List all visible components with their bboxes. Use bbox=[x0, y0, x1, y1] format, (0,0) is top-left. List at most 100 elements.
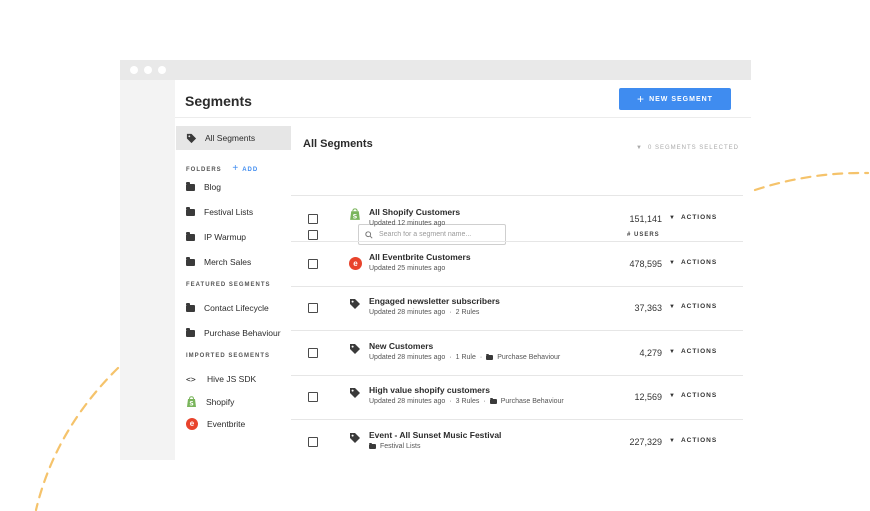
sidebar-item-purchase-behaviour[interactable]: Purchase Behaviour bbox=[186, 327, 281, 338]
left-rail bbox=[120, 80, 175, 460]
segment-row[interactable]: Event - All Sunset Music Festival Festiva… bbox=[291, 420, 743, 460]
sidebar-item-shopify[interactable]: S Shopify bbox=[186, 396, 234, 408]
row-checkbox[interactable] bbox=[308, 348, 318, 358]
sidebar-item-label: Blog bbox=[204, 182, 222, 192]
selected-count-dropdown[interactable]: ▼ 0 SEGMENTS SELECTED bbox=[636, 145, 739, 151]
segment-folder[interactable]: Purchase Behaviour bbox=[497, 354, 560, 361]
sidebar-item-label: Purchase Behaviour bbox=[204, 328, 281, 338]
sidebar-item-label: IP Warmup bbox=[204, 232, 247, 242]
sidebar-item-label: Eventbrite bbox=[207, 419, 246, 429]
sidebar-item-label: Festival Lists bbox=[204, 207, 254, 217]
tag-icon bbox=[349, 386, 361, 404]
imported-heading: IMPORTED SEGMENTS bbox=[186, 353, 271, 359]
caret-down-icon: ▼ bbox=[669, 214, 676, 221]
segment-meta: Updated 28 minutes ago · 2 Rules bbox=[369, 309, 479, 316]
segment-meta: Updated 25 minutes ago bbox=[369, 265, 445, 272]
sidebar-item-merch-sales[interactable]: Merch Sales bbox=[186, 256, 252, 267]
main-title: All Segments bbox=[303, 138, 373, 150]
actions-label: ACTIONS bbox=[680, 392, 718, 399]
segment-meta: Updated 28 minutes ago · 3 Rules · Purchase … bbox=[369, 397, 564, 405]
window-dot-minimize[interactable] bbox=[144, 66, 152, 74]
folder-icon bbox=[186, 181, 195, 191]
sidebar-item-blog[interactable]: Blog bbox=[186, 181, 222, 192]
folders-heading-text: FOLDERS bbox=[186, 167, 222, 173]
segment-name[interactable]: New Customers bbox=[369, 341, 433, 351]
caret-down-icon: ▼ bbox=[669, 259, 676, 266]
segment-updated: Updated 28 minutes ago bbox=[369, 354, 446, 361]
segment-user-count: 37,363 bbox=[634, 303, 662, 313]
meta-separator: · bbox=[449, 309, 452, 316]
add-folder-link[interactable]: + ADD bbox=[232, 163, 258, 174]
caret-down-icon: ▼ bbox=[669, 392, 676, 399]
shopify-icon: S bbox=[187, 396, 196, 408]
meta-separator: · bbox=[449, 354, 452, 361]
eventbrite-icon: e bbox=[349, 253, 362, 271]
actions-dropdown[interactable]: ▼ ACTIONS bbox=[669, 437, 717, 444]
table-toolbar bbox=[291, 162, 743, 196]
row-checkbox[interactable] bbox=[308, 437, 318, 447]
sidebar-item-eventbrite[interactable]: e Eventbrite bbox=[186, 418, 245, 430]
folder-icon bbox=[186, 256, 195, 266]
meta-separator: · bbox=[483, 398, 486, 405]
segment-row[interactable]: S All Shopify Customers Updated 12 minutes… bbox=[291, 197, 743, 242]
app-window: Segments + NEW SEGMENT All Segments FOLD… bbox=[120, 60, 751, 460]
segment-row[interactable]: Engaged newsletter subscribers Updated 28… bbox=[291, 286, 743, 331]
shopify-icon: S bbox=[349, 208, 361, 226]
segment-name[interactable]: High value shopify customers bbox=[369, 385, 490, 395]
sidebar-item-hive-js-sdk[interactable]: <> Hive JS SDK bbox=[186, 374, 256, 384]
sidebar-item-all-segments[interactable]: All Segments bbox=[176, 126, 291, 150]
new-segment-button[interactable]: + NEW SEGMENT bbox=[619, 88, 731, 110]
segments-main: All Segments ▼0 SEGMENTS SELECTED # USER… bbox=[291, 118, 751, 460]
folder-icon bbox=[186, 327, 195, 337]
page-header: Segments + NEW SEGMENT bbox=[175, 80, 751, 118]
segment-name[interactable]: All Eventbrite Customers bbox=[369, 252, 471, 262]
actions-dropdown[interactable]: ▼ ACTIONS bbox=[669, 392, 717, 399]
row-checkbox[interactable] bbox=[308, 392, 318, 402]
caret-down-icon: ▼ bbox=[636, 145, 643, 151]
sidebar-item-ip-warmup[interactable]: IP Warmup bbox=[186, 231, 247, 242]
tag-icon bbox=[349, 342, 361, 360]
segment-name[interactable]: All Shopify Customers bbox=[369, 207, 460, 217]
meta-separator: · bbox=[449, 398, 452, 405]
sidebar-item-festival-lists[interactable]: Festival Lists bbox=[186, 206, 254, 217]
caret-down-icon: ▼ bbox=[669, 348, 676, 355]
actions-dropdown[interactable]: ▼ ACTIONS bbox=[669, 303, 717, 310]
actions-label: ACTIONS bbox=[680, 303, 718, 310]
segments-sidebar: All Segments FOLDERS + ADD Blog Festival … bbox=[175, 118, 291, 460]
folder-icon bbox=[186, 231, 195, 241]
plus-icon: + bbox=[232, 163, 240, 174]
segment-row[interactable]: New Customers Updated 28 minutes ago · 1 Ru… bbox=[291, 331, 743, 376]
row-checkbox[interactable] bbox=[308, 303, 318, 313]
segment-row[interactable]: High value shopify customers Updated 28 m… bbox=[291, 375, 743, 420]
segment-folder[interactable]: Purchase Behaviour bbox=[501, 398, 564, 405]
folders-heading: FOLDERS + ADD bbox=[186, 163, 258, 174]
plus-icon: + bbox=[637, 92, 645, 106]
segment-user-count: 478,595 bbox=[629, 259, 662, 269]
row-checkbox[interactable] bbox=[308, 214, 318, 224]
segment-updated: Updated 28 minutes ago bbox=[369, 309, 446, 316]
actions-dropdown[interactable]: ▼ ACTIONS bbox=[669, 214, 717, 221]
window-titlebar bbox=[120, 60, 751, 80]
svg-text:S: S bbox=[353, 212, 358, 220]
segment-updated: Updated 25 minutes ago bbox=[369, 265, 446, 272]
segment-meta: Updated 12 minutes ago bbox=[369, 220, 445, 227]
actions-dropdown[interactable]: ▼ ACTIONS bbox=[669, 348, 717, 355]
segment-name[interactable]: Event - All Sunset Music Festival bbox=[369, 430, 501, 440]
actions-dropdown[interactable]: ▼ ACTIONS bbox=[669, 259, 717, 266]
sidebar-item-label: Shopify bbox=[206, 397, 235, 407]
meta-separator: · bbox=[479, 354, 483, 361]
segment-rules: 2 Rules bbox=[455, 309, 480, 316]
folder-icon bbox=[186, 206, 195, 216]
row-checkbox[interactable] bbox=[308, 259, 318, 269]
segment-folder[interactable]: Festival Lists bbox=[380, 443, 420, 450]
segment-user-count: 12,569 bbox=[634, 392, 662, 402]
segment-row[interactable]: e All Eventbrite Customers Updated 25 minu… bbox=[291, 242, 743, 287]
segment-user-count: 151,141 bbox=[629, 214, 662, 224]
segment-updated: Updated 28 minutes ago bbox=[369, 398, 446, 405]
sidebar-item-contact-lifecycle[interactable]: Contact Lifecycle bbox=[186, 302, 269, 313]
window-dot-close[interactable] bbox=[130, 66, 138, 74]
window-dot-maximize[interactable] bbox=[158, 66, 166, 74]
segment-name[interactable]: Engaged newsletter subscribers bbox=[369, 296, 500, 306]
sidebar-item-label: Merch Sales bbox=[204, 257, 252, 267]
new-segment-label: NEW SEGMENT bbox=[649, 95, 713, 103]
